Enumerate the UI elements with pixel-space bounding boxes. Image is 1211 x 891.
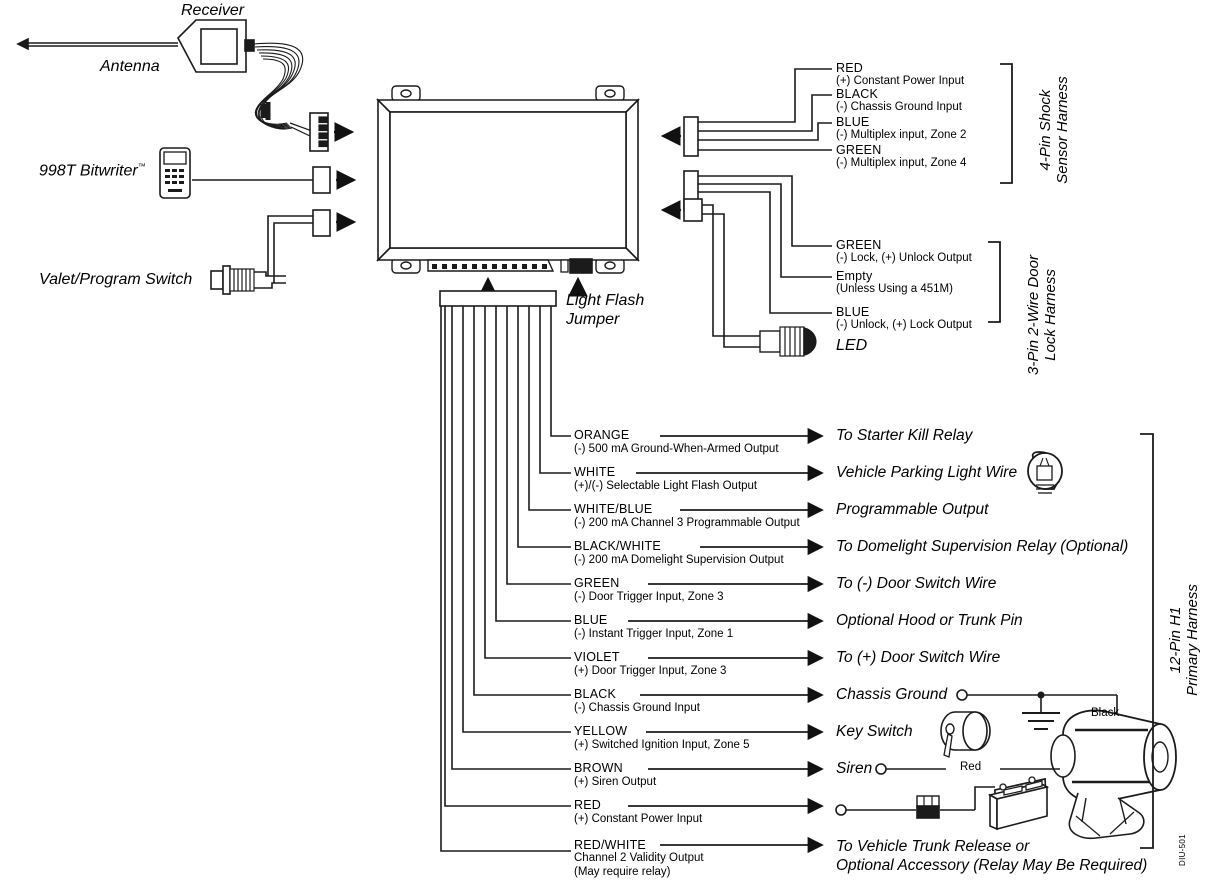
parking-light-bulb-graphic — [1027, 451, 1063, 494]
shock-wire-desc-1: (-) Chassis Ground Input — [836, 101, 962, 113]
primary-wire-name-8: YELLOW — [574, 724, 628, 738]
wiring-diagram: Antenna Receiver 998T Bitwriter™ Valet/P… — [0, 0, 1211, 891]
door-lock-harness-title: 3-Pin 2-Wire Door Lock Harness — [1025, 235, 1060, 395]
lock-wire-name-2: BLUE — [836, 305, 870, 319]
bitwriter-name: 998T Bitwriter — [39, 162, 138, 180]
control-module-graphic — [376, 85, 640, 297]
key-switch-graphic — [940, 711, 991, 758]
siren-graphic — [1050, 709, 1177, 840]
primary-wire-desc-1: (+)/(-) Selectable Light Flash Output — [574, 480, 758, 492]
shock-wire-desc-2: (-) Multiplex input, Zone 2 — [836, 129, 967, 141]
primary-wire-name-4: GREEN — [574, 576, 620, 590]
primary-wire-desc-0: (-) 500 mA Ground-When-Armed Output — [574, 443, 779, 455]
led-graphic — [759, 326, 817, 357]
receiver-label: Receiver — [181, 2, 245, 19]
shock-wire-name-0: RED — [836, 61, 863, 75]
valet-switch-label: Valet/Program Switch — [39, 271, 193, 288]
primary-wire-desc-5: (-) Instant Trigger Input, Zone 1 — [574, 628, 734, 640]
bitwriter-label: 998T Bitwriter™ — [39, 162, 146, 180]
lock-wire-desc-1: (Unless Using a 451M) — [836, 283, 953, 295]
lock-wire-desc-2: (-) Unlock, (+) Lock Output — [836, 319, 972, 331]
primary-wire-dest-2: Programmable Output — [836, 501, 989, 518]
shock-harness-title: 4-Pin Shock Sensor Harness — [1037, 60, 1072, 200]
primary-wire-name-6: VIOLET — [574, 650, 620, 664]
primary-wire-name-2: WHITE/BLUE — [574, 502, 653, 516]
primary-wire-name-5: BLUE — [574, 613, 608, 627]
door-lock-harness-title-line1: 3-Pin 2-Wire Door — [1025, 255, 1042, 375]
primary-wire-desc2-11: (May require relay) — [574, 866, 671, 878]
primary-wire-dest-7: Chassis Ground — [836, 686, 948, 703]
primary-wire-name-3: BLACK/WHITE — [574, 539, 661, 553]
primary-wire-dest-11-line2: Optional Accessory (Relay May Be Require… — [836, 857, 1148, 874]
shock-wire-name-3: GREEN — [836, 143, 882, 157]
primary-wire-desc-3: (-) 200 mA Domelight Supervision Output — [574, 554, 784, 566]
primary-wire-desc-11: Channel 2 Validity Output — [574, 852, 704, 864]
primary-wire-name-1: WHITE — [574, 465, 616, 479]
antenna-label: Antenna — [100, 58, 160, 75]
lock-wire-desc-0: (-) Lock, (+) Unlock Output — [836, 252, 972, 264]
primary-wire-dest-4: To (-) Door Switch Wire — [836, 575, 997, 592]
primary-wire-name-0: ORANGE — [574, 428, 630, 442]
lock-wire-name-1: Empty — [836, 269, 873, 283]
shock-harness-title-line2: Sensor Harness — [1053, 76, 1071, 184]
destination-arrows — [628, 427, 824, 854]
document-code: DIU-501 — [1178, 834, 1187, 866]
primary-wire-desc-10: (+) Constant Power Input — [574, 813, 703, 825]
shock-wire-name-1: BLACK — [836, 87, 878, 101]
primary-wire-desc-8: (+) Switched Ignition Input, Zone 5 — [574, 739, 750, 751]
primary-harness-title-line2: Primary Harness — [1183, 584, 1201, 696]
antenna-graphic — [16, 37, 178, 51]
primary-wire-name-11: RED/WHITE — [574, 838, 646, 852]
led-label: LED — [836, 337, 868, 354]
shock-wire-name-2: BLUE — [836, 115, 870, 129]
primary-wire-desc-2: (-) 200 mA Channel 3 Programmable Output — [574, 517, 800, 529]
primary-wire-dest-6: To (+) Door Switch Wire — [836, 649, 1001, 666]
light-flash-jumper-label-line1: Light Flash — [566, 292, 645, 309]
siren-red-wire-label: Red — [960, 761, 982, 773]
bitwriter-graphic — [159, 147, 357, 199]
primary-wire-desc-9: (+) Siren Output — [574, 776, 657, 788]
shock-wire-desc-0: (+) Constant Power Input — [836, 75, 965, 87]
primary-wire-desc-7: (-) Chassis Ground Input — [574, 702, 700, 714]
primary-wire-desc-4: (-) Door Trigger Input, Zone 3 — [574, 591, 724, 603]
shock-harness-title-line1: 4-Pin Shock — [1037, 89, 1054, 171]
primary-wire-dest-11-line1: To Vehicle Trunk Release or — [836, 838, 1030, 855]
shock-wire-desc-3: (-) Multiplex input, Zone 4 — [836, 157, 967, 169]
receiver-graphic — [177, 19, 355, 152]
lock-wire-name-0: GREEN — [836, 238, 882, 252]
primary-harness-title: 12-Pin H1 Primary Harness — [1167, 560, 1202, 720]
primary-wire-name-7: BLACK — [574, 687, 616, 701]
battery-fuse-graphic — [835, 776, 1050, 831]
primary-wire-name-10: RED — [574, 798, 601, 812]
primary-wire-dest-9: Siren — [836, 760, 873, 777]
siren-black-wire-label: Black — [1091, 707, 1120, 719]
primary-harness-title-line1: 12-Pin H1 — [1167, 606, 1184, 674]
primary-wire-dest-0: To Starter Kill Relay — [836, 427, 973, 444]
trademark-symbol: ™ — [137, 162, 146, 171]
primary-wire-dest-1: Vehicle Parking Light Wire — [836, 464, 1018, 481]
primary-wire-name-9: BROWN — [574, 761, 623, 775]
door-lock-harness-title-line2: Lock Harness — [1041, 269, 1059, 361]
primary-wire-dest-5: Optional Hood or Trunk Pin — [836, 612, 1023, 629]
primary-wire-desc-6: (+) Door Trigger Input, Zone 3 — [574, 665, 727, 677]
primary-wire-dest-8: Key Switch — [836, 723, 913, 740]
valet-switch-graphic — [210, 209, 357, 295]
primary-wire-dest-3: To Domelight Supervision Relay (Optional… — [836, 538, 1129, 555]
light-flash-jumper-label-line2: Jumper — [566, 311, 620, 328]
primary-harness-bundle — [439, 290, 571, 852]
